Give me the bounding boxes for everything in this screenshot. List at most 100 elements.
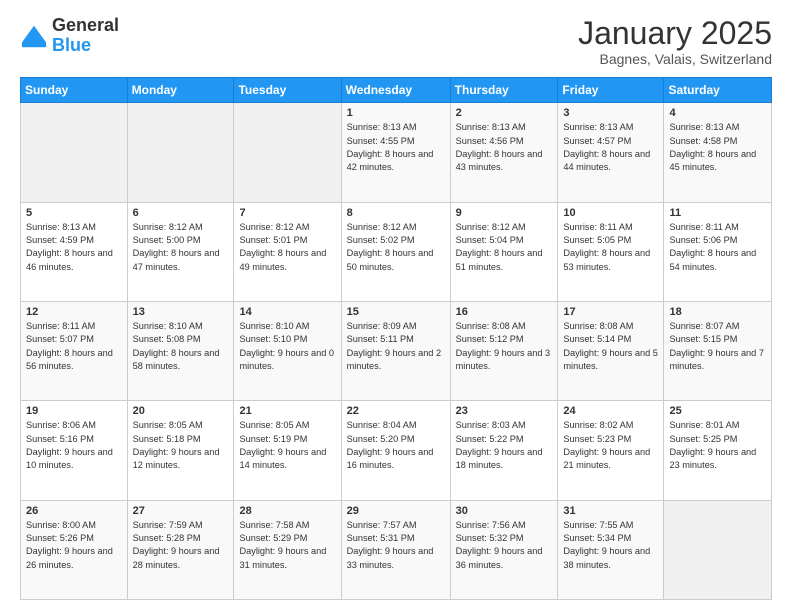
calendar-cell: 9Sunrise: 8:12 AMSunset: 5:04 PMDaylight… xyxy=(450,202,558,301)
calendar-cell: 15 Sunrise: 8:09 AMSunset: 5:11 PMDayligh… xyxy=(341,301,450,400)
day-info: Sunrise: 8:13 AMSunset: 4:56 PMDaylight:… xyxy=(456,121,553,174)
day-number: 7 xyxy=(239,207,335,219)
calendar-cell: 24Sunrise: 8:02 AMSunset: 5:23 PMDayligh… xyxy=(558,401,664,500)
calendar: Sunday Monday Tuesday Wednesday Thursday… xyxy=(20,77,772,600)
calendar-cell: 19 Sunrise: 8:06 AMSunset: 5:16 PMDayligh… xyxy=(21,401,128,500)
day-number: 4 xyxy=(669,107,766,119)
day-info: Sunrise: 8:08 AMSunset: 5:14 PMDaylight:… xyxy=(563,320,658,373)
day-number: 27 xyxy=(133,505,229,517)
calendar-cell: 31 Sunrise: 7:55 AMSunset: 5:34 PMDayligh… xyxy=(558,500,664,599)
day-info: Sunrise: 8:10 AMSunset: 5:10 PMDaylight:… xyxy=(239,320,335,373)
week-row-5: 26 Sunrise: 8:00 AMSunset: 5:26 PMDayligh… xyxy=(21,500,772,599)
header-sunday: Sunday xyxy=(21,78,128,103)
calendar-cell xyxy=(234,103,341,202)
week-row-2: 5 Sunrise: 8:13 AMSunset: 4:59 PMDaylight… xyxy=(21,202,772,301)
day-number: 13 xyxy=(133,306,229,318)
calendar-cell: 5 Sunrise: 8:13 AMSunset: 4:59 PMDaylight… xyxy=(21,202,128,301)
day-info: Sunrise: 8:12 AMSunset: 5:01 PMDaylight:… xyxy=(239,221,335,274)
day-number: 22 xyxy=(347,405,445,417)
day-number: 30 xyxy=(456,505,553,517)
day-number: 14 xyxy=(239,306,335,318)
week-row-3: 12Sunrise: 8:11 AMSunset: 5:07 PMDayligh… xyxy=(21,301,772,400)
calendar-cell: 2 Sunrise: 8:13 AMSunset: 4:56 PMDaylight… xyxy=(450,103,558,202)
day-number: 23 xyxy=(456,405,553,417)
day-number: 26 xyxy=(26,505,122,517)
day-number: 18 xyxy=(669,306,766,318)
day-number: 6 xyxy=(133,207,229,219)
day-number: 28 xyxy=(239,505,335,517)
day-info: Sunrise: 8:12 AMSunset: 5:00 PMDaylight:… xyxy=(133,221,229,274)
day-number: 8 xyxy=(347,207,445,219)
page: General Blue January 2025 Bagnes, Valais… xyxy=(0,0,792,612)
calendar-cell: 12Sunrise: 8:11 AMSunset: 5:07 PMDayligh… xyxy=(21,301,128,400)
header-thursday: Thursday xyxy=(450,78,558,103)
day-info: Sunrise: 8:12 AMSunset: 5:02 PMDaylight:… xyxy=(347,221,445,274)
day-number: 10 xyxy=(563,207,658,219)
day-info: Sunrise: 7:57 AMSunset: 5:31 PMDaylight:… xyxy=(347,519,445,572)
day-info: Sunrise: 8:11 AMSunset: 5:06 PMDaylight:… xyxy=(669,221,766,274)
calendar-cell: 4Sunrise: 8:13 AMSunset: 4:58 PMDaylight… xyxy=(664,103,772,202)
day-info: Sunrise: 8:07 AMSunset: 5:15 PMDaylight:… xyxy=(669,320,766,373)
week-row-1: 1Sunrise: 8:13 AMSunset: 4:55 PMDaylight… xyxy=(21,103,772,202)
calendar-cell: 10 Sunrise: 8:11 AMSunset: 5:05 PMDayligh… xyxy=(558,202,664,301)
day-number: 31 xyxy=(563,505,658,517)
calendar-cell: 29 Sunrise: 7:57 AMSunset: 5:31 PMDayligh… xyxy=(341,500,450,599)
calendar-cell xyxy=(21,103,128,202)
day-number: 17 xyxy=(563,306,658,318)
calendar-header: Sunday Monday Tuesday Wednesday Thursday… xyxy=(21,78,772,103)
calendar-cell xyxy=(127,103,234,202)
day-info: Sunrise: 8:00 AMSunset: 5:26 PMDaylight:… xyxy=(26,519,122,572)
calendar-cell: 13Sunrise: 8:10 AMSunset: 5:08 PMDayligh… xyxy=(127,301,234,400)
day-info: Sunrise: 8:11 AMSunset: 5:07 PMDaylight:… xyxy=(26,320,122,373)
day-number: 5 xyxy=(26,207,122,219)
week-row-4: 19 Sunrise: 8:06 AMSunset: 5:16 PMDayligh… xyxy=(21,401,772,500)
header-tuesday: Tuesday xyxy=(234,78,341,103)
day-number: 3 xyxy=(563,107,658,119)
day-info: Sunrise: 7:55 AMSunset: 5:34 PMDaylight:… xyxy=(563,519,658,572)
calendar-cell: 30Sunrise: 7:56 AMSunset: 5:32 PMDayligh… xyxy=(450,500,558,599)
day-info: Sunrise: 8:11 AMSunset: 5:05 PMDaylight:… xyxy=(563,221,658,274)
calendar-cell: 8 Sunrise: 8:12 AMSunset: 5:02 PMDaylight… xyxy=(341,202,450,301)
calendar-cell: 20Sunrise: 8:05 AMSunset: 5:18 PMDayligh… xyxy=(127,401,234,500)
day-number: 24 xyxy=(563,405,658,417)
day-info: Sunrise: 8:13 AMSunset: 4:55 PMDaylight:… xyxy=(347,121,445,174)
calendar-body: 1Sunrise: 8:13 AMSunset: 4:55 PMDaylight… xyxy=(21,103,772,600)
day-info: Sunrise: 8:04 AMSunset: 5:20 PMDaylight:… xyxy=(347,419,445,472)
day-info: Sunrise: 7:59 AMSunset: 5:28 PMDaylight:… xyxy=(133,519,229,572)
day-number: 16 xyxy=(456,306,553,318)
calendar-cell: 22 Sunrise: 8:04 AMSunset: 5:20 PMDayligh… xyxy=(341,401,450,500)
day-info: Sunrise: 8:13 AMSunset: 4:57 PMDaylight:… xyxy=(563,121,658,174)
day-info: Sunrise: 8:08 AMSunset: 5:12 PMDaylight:… xyxy=(456,320,553,373)
calendar-cell: 21Sunrise: 8:05 AMSunset: 5:19 PMDayligh… xyxy=(234,401,341,500)
day-number: 15 xyxy=(347,306,445,318)
header-row: Sunday Monday Tuesday Wednesday Thursday… xyxy=(21,78,772,103)
day-number: 2 xyxy=(456,107,553,119)
day-number: 29 xyxy=(347,505,445,517)
day-info: Sunrise: 8:01 AMSunset: 5:25 PMDaylight:… xyxy=(669,419,766,472)
calendar-cell: 11 Sunrise: 8:11 AMSunset: 5:06 PMDayligh… xyxy=(664,202,772,301)
calendar-cell xyxy=(664,500,772,599)
day-number: 21 xyxy=(239,405,335,417)
day-info: Sunrise: 8:06 AMSunset: 5:16 PMDaylight:… xyxy=(26,419,122,472)
title-block: January 2025 Bagnes, Valais, Switzerland xyxy=(578,16,772,67)
logo-text: General Blue xyxy=(52,16,119,56)
day-number: 25 xyxy=(669,405,766,417)
day-number: 19 xyxy=(26,405,122,417)
subtitle: Bagnes, Valais, Switzerland xyxy=(578,51,772,67)
logo-blue: Blue xyxy=(52,36,119,56)
header-saturday: Saturday xyxy=(664,78,772,103)
day-number: 11 xyxy=(669,207,766,219)
day-info: Sunrise: 8:05 AMSunset: 5:18 PMDaylight:… xyxy=(133,419,229,472)
logo: General Blue xyxy=(20,16,119,56)
day-info: Sunrise: 8:09 AMSunset: 5:11 PMDaylight:… xyxy=(347,320,445,373)
calendar-cell: 6 Sunrise: 8:12 AMSunset: 5:00 PMDaylight… xyxy=(127,202,234,301)
day-info: Sunrise: 8:13 AMSunset: 4:59 PMDaylight:… xyxy=(26,221,122,274)
calendar-cell: 18 Sunrise: 8:07 AMSunset: 5:15 PMDayligh… xyxy=(664,301,772,400)
header-wednesday: Wednesday xyxy=(341,78,450,103)
header-monday: Monday xyxy=(127,78,234,103)
calendar-cell: 7 Sunrise: 8:12 AMSunset: 5:01 PMDaylight… xyxy=(234,202,341,301)
day-info: Sunrise: 7:58 AMSunset: 5:29 PMDaylight:… xyxy=(239,519,335,572)
day-info: Sunrise: 8:12 AMSunset: 5:04 PMDaylight:… xyxy=(456,221,553,274)
logo-icon xyxy=(20,22,48,50)
header: General Blue January 2025 Bagnes, Valais… xyxy=(20,16,772,67)
